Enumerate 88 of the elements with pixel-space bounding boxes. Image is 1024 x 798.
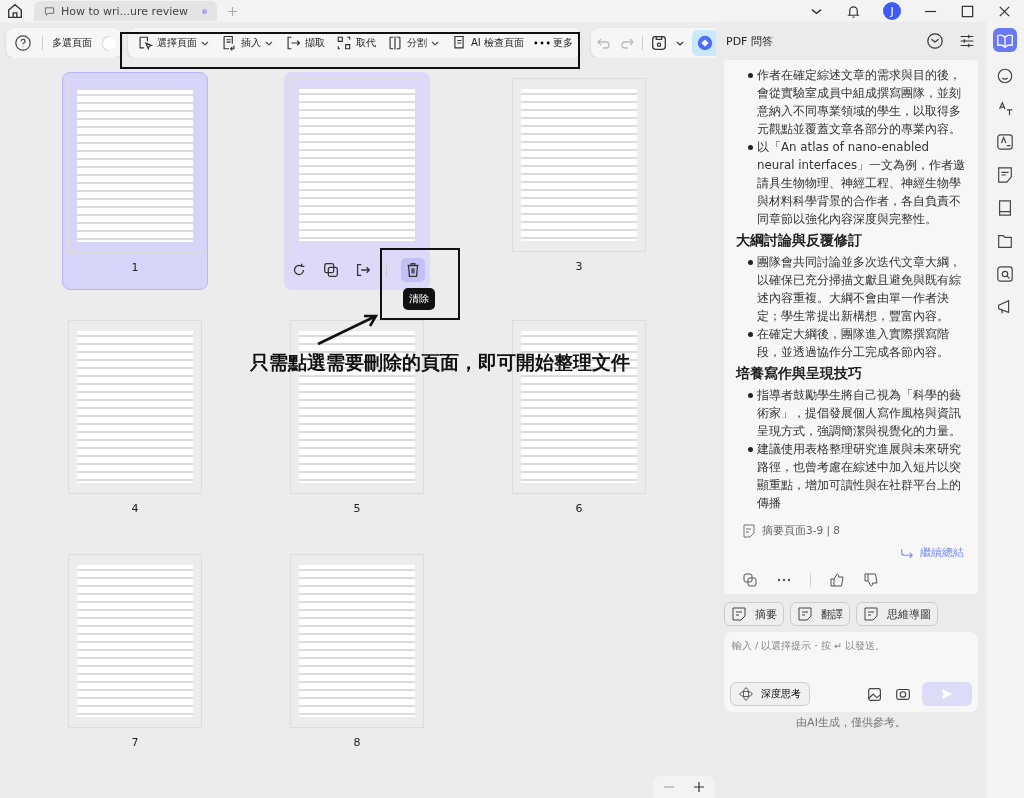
copy-icon[interactable] — [321, 261, 340, 279]
tooltip: 清除 — [402, 288, 435, 310]
toolbar-button[interactable]: AI 檢查頁面 — [446, 30, 528, 56]
delete-button[interactable] — [400, 258, 425, 282]
toolbar-button[interactable]: 擷取 — [280, 30, 329, 56]
disclaimer-text: 由AI生成，僅供參考。 — [795, 715, 907, 730]
prompt-input[interactable]: 輸入 / 以選擇提示・按 ↵ 以發送。 深度思考 — [724, 632, 978, 712]
ai-assistant-button[interactable] — [691, 30, 716, 56]
page-number: 6 — [575, 502, 583, 517]
annotation-caption: 只需點選需要刪除的頁面，即可開始整理文件 — [250, 350, 630, 375]
atom-icon — [739, 687, 753, 701]
toolbar-icon — [220, 34, 238, 52]
multi-select-label: 多選頁面 — [52, 36, 93, 50]
bell-icon[interactable] — [846, 3, 861, 19]
bullet-text: 在確定大綱後，團隊進入實際撰寫階段，並透過協作分工完成各節內容。 — [757, 326, 950, 361]
quick-action-button[interactable]: 翻譯 — [790, 602, 850, 626]
page-thumbnail[interactable] — [68, 79, 202, 253]
bullet-text: 團隊會共同討論並多次迭代文章大綱，以確保已充分掃描文獻且避免與既有綜述內容重複。大綱不會由單一作者決定；學生常提出新構想，豐富內容。 — [757, 254, 962, 325]
unsaved-dot — [202, 8, 207, 14]
toolbar-icon — [386, 34, 404, 52]
toolbar-button[interactable]: 選擇頁面 — [132, 30, 214, 56]
toolbar-button[interactable]: 更多 — [529, 30, 577, 56]
document-tab[interactable]: How to wri...ure review — [34, 1, 217, 21]
source-label: 摘要頁面3-9 | 8 — [762, 524, 841, 538]
page-thumbnail[interactable] — [290, 78, 424, 252]
bullet-dot — [748, 332, 753, 337]
toggle-switch[interactable] — [102, 35, 114, 51]
help-icon[interactable] — [14, 34, 32, 52]
section-heading: 大綱討論與反覆修訂 — [736, 231, 863, 250]
translate-icon[interactable] — [996, 133, 1014, 151]
bullet-text: 以「An atlas of nano-enabled neural interfaces」一文為例，作者邀請具生物物理、神經工程、神經生物學與材料科學背景的合作者，各自負責不同章節以強化內容深度與完整性。 — [757, 139, 967, 228]
page-number: 8 — [353, 736, 361, 751]
bullet-dot — [748, 145, 753, 150]
ai-chat-button[interactable] — [993, 28, 1017, 52]
settings-icon[interactable] — [958, 32, 976, 50]
panel-title: PDF 問答 — [726, 33, 773, 49]
thumbs-up-icon[interactable] — [829, 572, 845, 588]
page-card[interactable]: 1 — [62, 72, 208, 290]
image-icon[interactable] — [866, 685, 884, 703]
folder-icon[interactable] — [996, 232, 1014, 250]
tab-title: How to wri...ure review — [61, 4, 188, 18]
thumbs-down-icon[interactable] — [863, 572, 879, 588]
section-heading: 培養寫作與呈現技巧 — [736, 364, 863, 383]
page-number: 1 — [131, 261, 139, 276]
send-icon — [940, 687, 954, 701]
return-arrow-icon — [900, 547, 914, 559]
bullet-dot — [748, 393, 753, 398]
quick-action-button[interactable]: 思維導圖 — [856, 602, 938, 626]
toolbar-button[interactable]: 分割 — [382, 30, 444, 56]
bullet-dot — [748, 447, 753, 452]
deep-think-button[interactable]: 深度思考 — [730, 682, 810, 706]
bullet-dot — [748, 73, 753, 78]
toolbar-icon — [335, 34, 353, 52]
toolbar-icon — [136, 34, 154, 52]
save-icon[interactable] — [649, 34, 668, 52]
bullet-text: 建議使用表格整理研究進展與未來研究路徑，也曾考慮在綜述中加入短片以突顯重點，增加可讀性與在社群平台上的傳播 — [757, 441, 962, 512]
translate-icon[interactable] — [996, 100, 1014, 118]
more-icon — [533, 41, 550, 45]
book-icon[interactable] — [996, 199, 1014, 217]
page-thumbnail[interactable] — [290, 554, 424, 728]
search-icon[interactable] — [996, 265, 1014, 283]
page-thumbnail[interactable] — [512, 78, 646, 252]
zoom-in-icon[interactable] — [692, 780, 706, 794]
summary-icon — [742, 524, 756, 538]
quick-action-button[interactable]: 摘要 — [724, 602, 784, 626]
page-number: 4 — [131, 502, 139, 517]
clock-icon[interactable] — [926, 32, 944, 50]
chat-icon — [44, 5, 55, 17]
bullet-text: 指導者鼓勵學生將自己視為「科學的藝術家」，提倡發展個人寫作風格與資訊呈現方式，強調簡潔與視覺化的力量。 — [757, 387, 962, 440]
smiley-icon[interactable] — [996, 67, 1014, 85]
page-thumbnail[interactable] — [68, 320, 202, 494]
bullet-text: 作者在確定綜述文章的需求與目的後，會從實驗室成員中組成撰寫團隊，並刻意納入不同專業領域的學生，以取得多元觀點並覆蓋文章各部分的專業內容。 — [757, 67, 962, 138]
user-avatar[interactable]: J — [883, 2, 901, 20]
toolbar-icon — [284, 34, 302, 52]
page-thumbnail[interactable] — [68, 554, 202, 728]
bullet-dot — [748, 260, 753, 265]
home-icon[interactable] — [6, 2, 24, 20]
note-icon[interactable] — [996, 166, 1014, 184]
page-number: 5 — [353, 502, 361, 517]
maximize-icon[interactable] — [960, 3, 975, 19]
toolbar-button[interactable]: 取代 — [331, 30, 380, 56]
action-icon — [863, 606, 879, 622]
prompt-field[interactable]: 輸入 / 以選擇提示・按 ↵ 以發送。 — [730, 638, 972, 682]
page-number: 7 — [131, 736, 139, 751]
action-icon — [731, 606, 747, 622]
toolbar-button[interactable]: 插入 — [216, 30, 278, 56]
action-icon — [797, 606, 813, 622]
page-number: 3 — [575, 260, 583, 275]
